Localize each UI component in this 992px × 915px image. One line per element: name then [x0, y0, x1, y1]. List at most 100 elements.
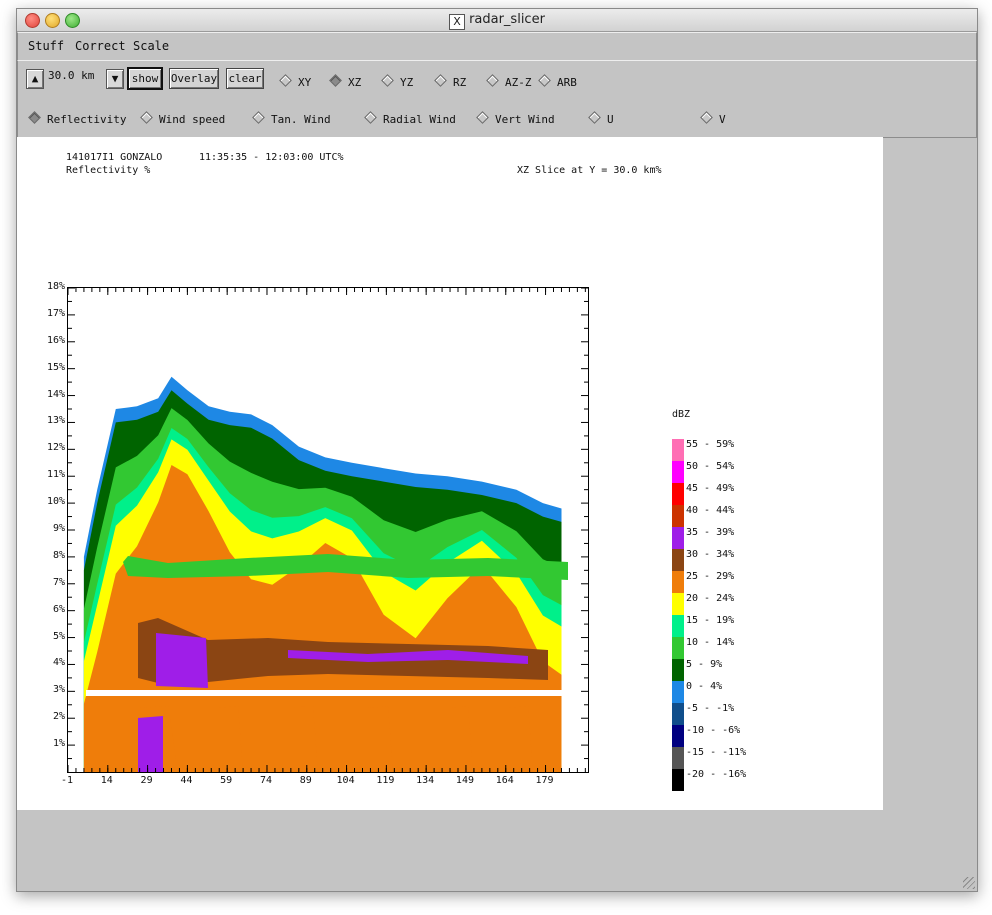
- y-tick-label: 9%: [52, 523, 65, 534]
- field-radio-v[interactable]: V: [700, 111, 726, 126]
- radio-diamond-icon: [279, 74, 292, 87]
- y-tick-label: 14%: [46, 388, 65, 400]
- y-tick-label: 1%: [52, 738, 65, 750]
- y-tick-label: 16%: [46, 334, 65, 346]
- plot-canvas[interactable]: 141017I1 GONZALO 11:35:35 - 12:03:00 UTC…: [17, 137, 883, 810]
- radio-diamond-icon: [588, 111, 601, 124]
- legend-label: 50 - 54%: [686, 461, 735, 472]
- legend-label: 10 - 14%: [686, 637, 735, 648]
- slice-radio-xy[interactable]: XY: [279, 74, 312, 89]
- y-tick-label: 4%: [52, 657, 65, 669]
- slice-label-yz: YZ: [400, 76, 414, 89]
- legend-swatch: [672, 439, 684, 461]
- legend-title: dBZ: [672, 409, 691, 420]
- legend-label: 30 - 34%: [686, 549, 735, 560]
- storm-id: 141017I1 GONZALO: [66, 152, 163, 163]
- slice-label-rz: RZ: [453, 76, 467, 89]
- y-tick-label: 2%: [52, 711, 65, 723]
- menu-scale[interactable]: Scale: [133, 39, 169, 53]
- legend-label: 0 - 4%: [686, 681, 723, 692]
- field-label-vert-wind: Vert Wind: [495, 113, 555, 126]
- legend-swatch: [672, 769, 684, 791]
- reflectivity-cross-section: [67, 287, 589, 773]
- legend-label: 20 - 24%: [686, 593, 735, 604]
- field-label-reflectivity: Reflectivity: [47, 113, 127, 126]
- y-tick-label: 3%: [52, 684, 65, 696]
- legend-swatch: [672, 659, 684, 681]
- slice-radio-rz[interactable]: RZ: [434, 74, 467, 89]
- legend-label: -10 - -6%: [686, 725, 741, 736]
- legend-label: 15 - 19%: [686, 615, 735, 626]
- field-radio-vert-wind[interactable]: Vert Wind: [476, 111, 555, 126]
- x-tick-label: -1: [60, 775, 74, 786]
- x-tick-label: 149: [455, 775, 474, 786]
- legend-label: 25 - 29%: [686, 571, 735, 582]
- x-tick-label: 74: [259, 775, 272, 786]
- y-tick-label: 5%: [52, 630, 65, 642]
- legend-swatch: [672, 505, 684, 527]
- y-tick-label: 15%: [46, 361, 65, 373]
- legend-label: 55 - 59%: [686, 439, 735, 450]
- window-title-group: Xradar_slicer: [17, 12, 977, 30]
- radio-diamond-icon: [538, 74, 551, 87]
- y-tick-label: 11%: [46, 469, 65, 481]
- legend-swatch: [672, 549, 684, 571]
- slice-label-xy: XY: [298, 76, 312, 89]
- radar-slicer-window: Xradar_slicer Stuff Correct Scale ▲ 30.0…: [16, 8, 978, 892]
- legend-swatch: [672, 637, 684, 659]
- window-title: radar_slicer: [469, 12, 545, 27]
- resize-grip-icon[interactable]: [963, 877, 975, 889]
- field-radio-tan-wind[interactable]: Tan. Wind: [252, 111, 331, 126]
- legend-swatch: [672, 725, 684, 747]
- toolbar: ▲ 30.0 km ▼ show Overlay clear XY XZ YZ …: [17, 60, 977, 138]
- x-tick-label: 89: [299, 775, 312, 786]
- legend-swatch: [672, 461, 684, 483]
- slice-radio-az-z[interactable]: AZ-Z: [486, 74, 532, 89]
- distance-value: 30.0 km: [48, 69, 95, 82]
- axis-ticks: [68, 288, 588, 772]
- x-tick-label: 104: [336, 775, 355, 786]
- legend-swatch: [672, 615, 684, 637]
- radio-diamond-icon: [700, 111, 713, 124]
- legend-swatch: [672, 527, 684, 549]
- menu-correct[interactable]: Correct: [75, 39, 126, 53]
- show-button[interactable]: show: [127, 67, 163, 90]
- field-radio-wind-speed[interactable]: Wind speed: [140, 111, 225, 126]
- clear-button[interactable]: clear: [226, 68, 264, 89]
- decrease-distance-button[interactable]: ▼: [106, 69, 124, 89]
- x-tick-label: 164: [495, 775, 514, 786]
- status-area: [17, 811, 977, 891]
- radio-diamond-icon: [381, 74, 394, 87]
- radio-diamond-icon: [486, 74, 499, 87]
- legend-label: 5 - 9%: [686, 659, 723, 670]
- y-tick-label: 7%: [52, 576, 65, 588]
- radio-diamond-icon: [364, 111, 377, 124]
- radio-diamond-icon: [476, 111, 489, 124]
- y-tick-label: 17%: [46, 307, 65, 319]
- menu-stuff[interactable]: Stuff: [28, 39, 64, 53]
- y-tick-label: 18%: [46, 281, 65, 292]
- y-tick-label: 10%: [46, 496, 65, 508]
- legend-swatch: [672, 571, 684, 593]
- slice-label-arb: ARB: [557, 76, 577, 89]
- field-radio-radial-wind[interactable]: Radial Wind: [364, 111, 456, 126]
- overlay-button[interactable]: Overlay: [169, 68, 219, 89]
- x-tick-label: 29: [140, 775, 153, 786]
- legend-label: -20 - -16%: [686, 769, 747, 780]
- y-tick-label: 6%: [52, 603, 65, 615]
- slice-radio-yz[interactable]: YZ: [381, 74, 414, 89]
- slice-label-xz: XZ: [348, 76, 362, 89]
- time-range: 11:35:35 - 12:03:00 UTC%: [199, 152, 344, 163]
- field-radio-reflectivity[interactable]: Reflectivity: [28, 111, 127, 126]
- field-radio-u[interactable]: U: [588, 111, 614, 126]
- y-tick-label: 13%: [46, 415, 65, 427]
- legend-label: 40 - 44%: [686, 505, 735, 516]
- legend-label: -15 - -11%: [686, 747, 747, 758]
- field-caption: Reflectivity %: [66, 165, 151, 176]
- radio-diamond-icon: [252, 111, 265, 124]
- legend-swatch: [672, 703, 684, 725]
- radio-diamond-icon: [434, 74, 447, 87]
- increase-distance-button[interactable]: ▲: [26, 69, 44, 89]
- slice-radio-arb[interactable]: ARB: [538, 74, 577, 89]
- slice-radio-xz[interactable]: XZ: [329, 74, 362, 89]
